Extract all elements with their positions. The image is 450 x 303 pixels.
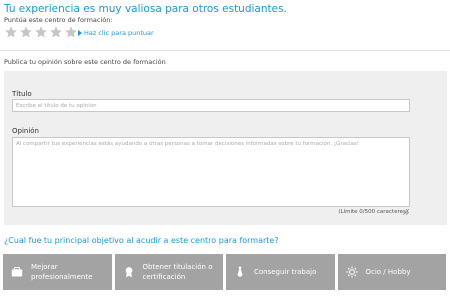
opinion-heading: Publica tu opinión sobre este centro de … — [4, 58, 166, 66]
star-icon[interactable] — [4, 25, 18, 39]
page-headline: Tu experiencia es muy valiosa para otros… — [4, 3, 287, 15]
goal-label: Ocio / Hobby — [365, 268, 411, 276]
briefcase-icon — [11, 266, 23, 278]
goal-label: Conseguir trabajo — [254, 268, 317, 276]
goal-options: Mejorar profesionalmente Obtener titulac… — [3, 254, 446, 290]
star-icon[interactable] — [19, 25, 33, 39]
goal-button-improve[interactable]: Mejorar profesionalmente — [3, 254, 112, 290]
goal-question: ¿Cual fue tu principal objetivo al acudi… — [4, 236, 279, 245]
resize-grip-icon[interactable] — [402, 200, 410, 216]
sun-icon — [345, 266, 358, 278]
tie-icon — [234, 266, 246, 278]
star-icon[interactable] — [34, 25, 48, 39]
opinion-label: Opinión — [12, 127, 39, 135]
goal-button-certification[interactable]: Obtener titulación o certificación — [114, 254, 223, 290]
arrow-right-icon — [78, 30, 82, 36]
rate-link-label: Haz clic para puntuar — [84, 29, 154, 37]
character-limit: (Límite 0/500 caracteres) — [338, 209, 408, 215]
diploma-icon — [123, 266, 135, 278]
goal-label: Obtener titulación o — [142, 263, 213, 271]
rate-label: Puntúa este centro de formación: — [4, 16, 113, 24]
rate-link[interactable]: Haz clic para puntuar — [78, 29, 154, 37]
goal-button-job[interactable]: Conseguir trabajo — [226, 254, 335, 290]
goal-button-hobby[interactable]: Ocio / Hobby — [337, 254, 446, 290]
goal-label: profesionalmente — [31, 273, 93, 281]
divider — [0, 50, 450, 51]
opinion-textarea[interactable] — [12, 137, 410, 207]
goal-label: Mejorar — [31, 263, 58, 271]
opinion-form: Título Opinión (Límite 0/500 caracteres) — [4, 71, 447, 225]
goal-label: certificación — [142, 273, 186, 281]
star-icon[interactable] — [49, 25, 63, 39]
star-icon[interactable] — [64, 25, 78, 39]
star-rating[interactable] — [4, 25, 79, 39]
title-input[interactable] — [12, 99, 410, 112]
title-label: Título — [12, 90, 32, 98]
